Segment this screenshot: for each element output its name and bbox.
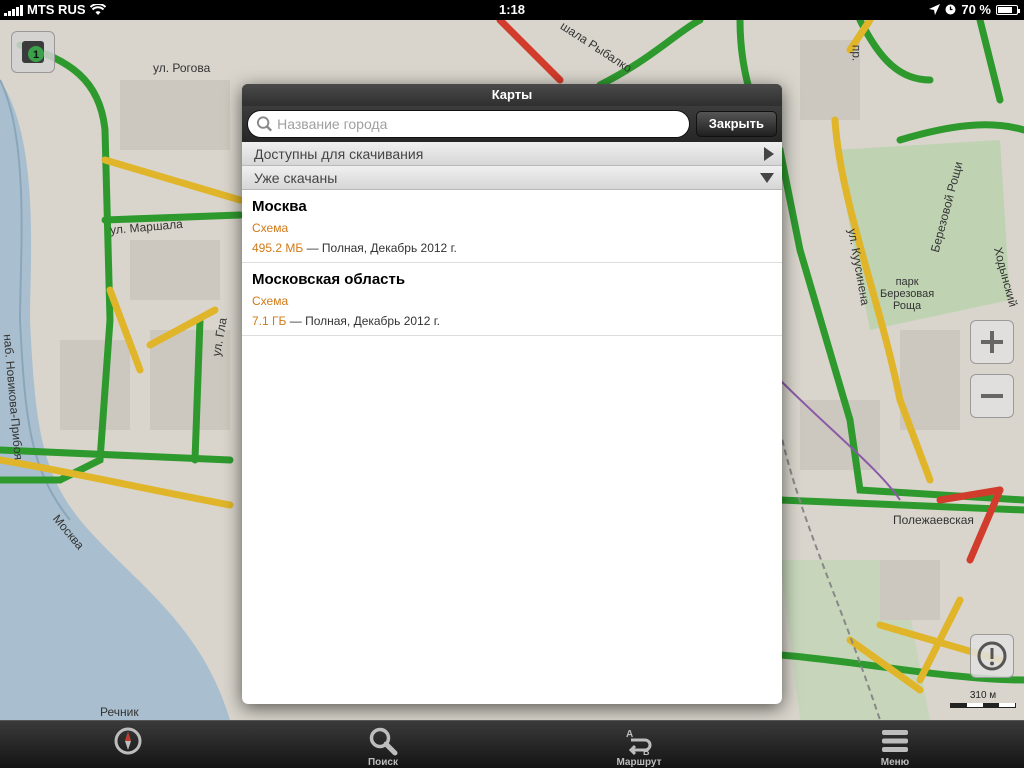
region-details: — Полная, Декабрь 2012 г. [306, 241, 457, 255]
expand-arrow-icon [764, 146, 774, 161]
route-label: Маршрут [616, 757, 662, 768]
region-name: Москва [252, 198, 307, 215]
park-label: парк Березовая Роща [880, 276, 935, 312]
close-button[interactable]: Закрыть [695, 111, 777, 137]
search-button[interactable]: Поиск [343, 725, 423, 768]
compass-button[interactable] [88, 725, 168, 757]
scale-label: 310 м [969, 690, 997, 701]
region-info: 7.1 ГБ — Полная, Декабрь 2012 г. [252, 314, 772, 328]
location-arrow-icon [929, 4, 941, 15]
popover-title: Карты [242, 84, 782, 106]
scale-bar [950, 703, 1016, 708]
city-search-field[interactable] [247, 110, 690, 138]
search-icon [256, 116, 273, 132]
place-label: Речник [100, 705, 139, 719]
section-available-label: Доступны для скачивания [254, 145, 424, 162]
maps-list: Доступны для скачивания Уже скачаны Моск… [242, 142, 782, 704]
svg-text:B: B [643, 747, 650, 756]
search-bar: Закрыть [242, 106, 782, 142]
region-info: 495.2 МБ — Полная, Декабрь 2012 г. [252, 241, 772, 255]
minus-icon [981, 394, 1003, 398]
compass-icon [114, 727, 142, 755]
bottom-toolbar: Поиск AB Маршрут Меню [0, 720, 1024, 768]
section-downloaded[interactable]: Уже скачаны [242, 166, 782, 190]
zoom-out-button[interactable] [970, 374, 1014, 418]
menu-button[interactable]: Меню [855, 725, 935, 768]
metro-station-label: Полежаевская [893, 513, 974, 527]
region-type: Схема [252, 221, 289, 235]
region-details: — Полная, Декабрь 2012 г. [289, 314, 440, 328]
layers-badge: 1 [33, 49, 39, 61]
section-available[interactable]: Доступны для скачивания [242, 142, 782, 166]
menu-label: Меню [880, 757, 910, 768]
report-event-button[interactable] [970, 634, 1014, 678]
battery-percent: 70 % [961, 2, 991, 17]
plus-icon [981, 331, 1003, 353]
layers-button[interactable]: 1 [11, 31, 55, 73]
layers-icon: 1 [22, 41, 44, 63]
menu-icon [882, 730, 908, 752]
status-bar: MTS RUS 1:18 70 % [0, 0, 1024, 20]
route-button[interactable]: AB Маршрут [599, 725, 679, 768]
zoom-in-button[interactable] [970, 320, 1014, 364]
search-icon [369, 727, 398, 756]
svg-text:A: A [626, 729, 633, 740]
city-search-input[interactable] [277, 116, 689, 132]
region-name: Московская область [252, 271, 406, 288]
exclamation-icon [977, 641, 1007, 671]
search-label: Поиск [367, 757, 398, 768]
region-size: 495.2 МБ [252, 241, 304, 255]
section-downloaded-label: Уже скачаны [254, 169, 338, 186]
battery-icon [996, 4, 1020, 15]
alarm-clock-icon [945, 4, 956, 15]
map-scale: 310 м [950, 690, 1016, 708]
collapse-arrow-icon [760, 172, 774, 183]
maps-popover: Карты Закрыть Доступны для скачивания Уж… [242, 84, 782, 704]
list-item[interactable]: Московская область Схема 7.1 ГБ — Полная… [242, 263, 782, 336]
region-size: 7.1 ГБ [252, 314, 287, 328]
clock: 1:18 [498, 2, 526, 17]
street-label: ул. Рогова [153, 61, 211, 75]
route-icon: AB [626, 729, 652, 756]
street-label: пр. [849, 44, 864, 62]
list-item[interactable]: Москва Схема 495.2 МБ — Полная, Декабрь … [242, 190, 782, 263]
region-type: Схема [252, 294, 289, 308]
